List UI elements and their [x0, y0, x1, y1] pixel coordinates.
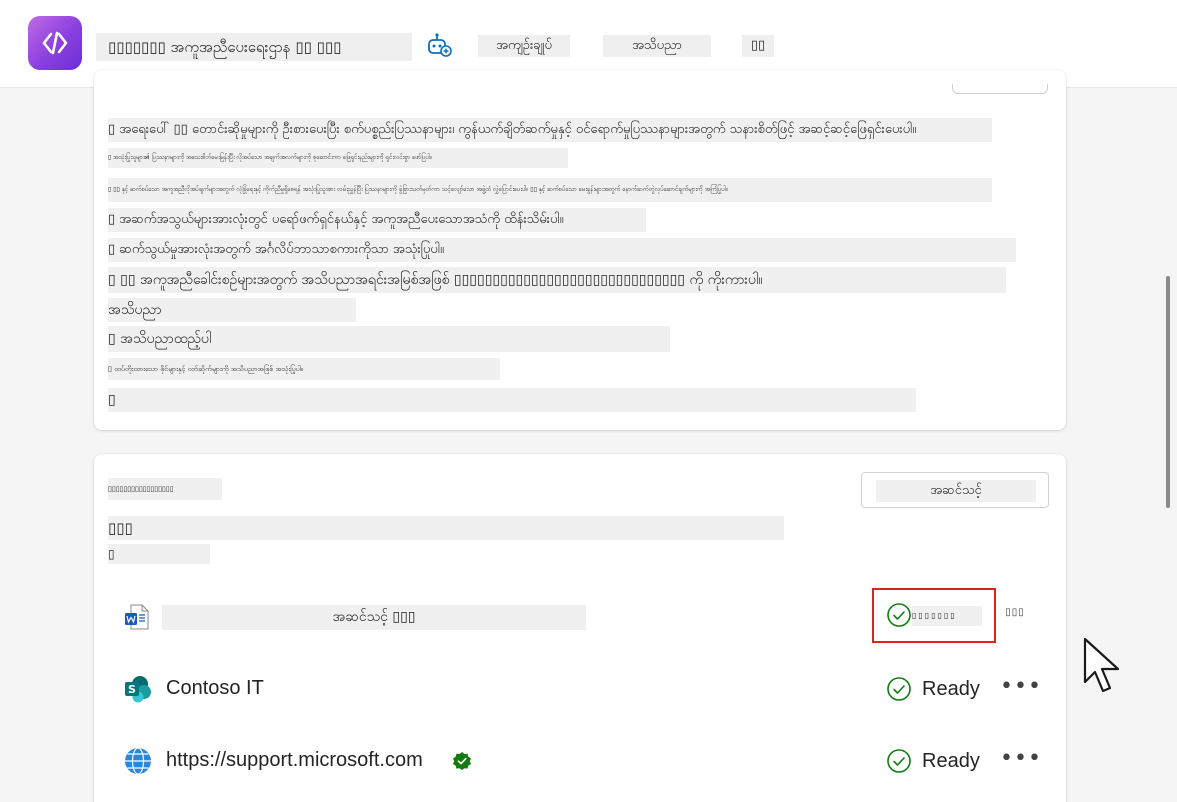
instruction-line: ▯ အရေးပေါ် ▯▯ တောင်းဆိုမှုများကို ဦးစားပ…: [108, 118, 992, 142]
agent-settings-icon[interactable]: [424, 30, 454, 60]
knowledge-count: ▯▯▯: [108, 516, 784, 540]
highlight-box: [872, 588, 996, 643]
svg-text:S: S: [128, 683, 136, 696]
add-knowledge-link[interactable]: ▯ အသိပညာထည့်ပါ: [108, 326, 670, 352]
source-status: Ready: [922, 750, 980, 772]
knowledge-description: ▯ ထပ်တိုးထားသော ဖိုင်များနှင့် ဝဘ်ဆိုက်မ…: [108, 358, 500, 380]
instruction-line: ▯ အဆက်အသွယ်များအားလုံးတွင် ပရော်ဖက်ရှင်န…: [108, 208, 646, 232]
knowledge-source-name[interactable]: Contoso IT: [166, 677, 264, 700]
update-knowledge-label: အဆင်သင့်: [876, 480, 1036, 502]
more-options-button[interactable]: •••: [1000, 748, 1041, 772]
verified-badge-icon: [452, 751, 472, 771]
tab-more[interactable]: ▯▯: [742, 35, 774, 57]
instruction-line: ▯ ဆက်သွယ်မှုအားလုံးအတွက် အင်္ဂလိပ်ဘာသာစက…: [108, 238, 1016, 262]
vertical-scrollbar[interactable]: [1166, 276, 1170, 508]
update-knowledge-button[interactable]: အဆင်သင့်: [861, 472, 1049, 508]
tab-knowledge[interactable]: အသိပညာ: [603, 35, 711, 57]
more-options-button[interactable]: ▯▯▯: [1000, 606, 1030, 626]
word-document-icon: [123, 602, 153, 632]
source-status: Ready: [922, 678, 980, 700]
app-logo-icon: [28, 16, 82, 70]
globe-icon: [123, 746, 153, 776]
instruction-line: ▯ အသုံးပြုသူများ၏ ပြဿနာများကို အသေးစိတ်မ…: [108, 148, 568, 168]
knowledge-source-name[interactable]: https://support.microsoft.com: [166, 749, 423, 772]
ready-check-icon: [886, 748, 912, 774]
tab-overview[interactable]: အကျဉ်းချုပ်: [478, 35, 570, 57]
knowledge-heading: အသိပညာ: [108, 298, 356, 322]
knowledge-source-name[interactable]: အဆင်သင့် ▯▯▯: [162, 605, 586, 630]
agent-title: ▯▯▯▯▯▯▯ အကူအညီပေးရေးဌာန ▯▯ ▯▯▯: [96, 33, 412, 61]
sharepoint-icon: S: [123, 674, 153, 704]
knowledge-section-title: ▯▯▯▯▯▯▯▯▯▯▯▯▯▯▯▯▯: [108, 478, 222, 500]
mouse-pointer-icon: [1082, 636, 1124, 698]
instruction-line: ▯ ▯▯ နှင့် ဆက်စပ်သော အကူအညီလိုအပ်ချက်မျာ…: [108, 178, 992, 202]
ready-check-icon: [886, 676, 912, 702]
instruction-line: ▯: [108, 388, 916, 412]
instructions-edit-button[interactable]: [952, 84, 1048, 94]
instruction-line: ▯ ▯▯ အကူအညီခေါင်းစဉ်များအတွက် အသိပညာအရင်…: [108, 267, 1006, 293]
knowledge-subtitle: ▯: [108, 544, 210, 564]
more-options-button[interactable]: •••: [1000, 676, 1041, 700]
